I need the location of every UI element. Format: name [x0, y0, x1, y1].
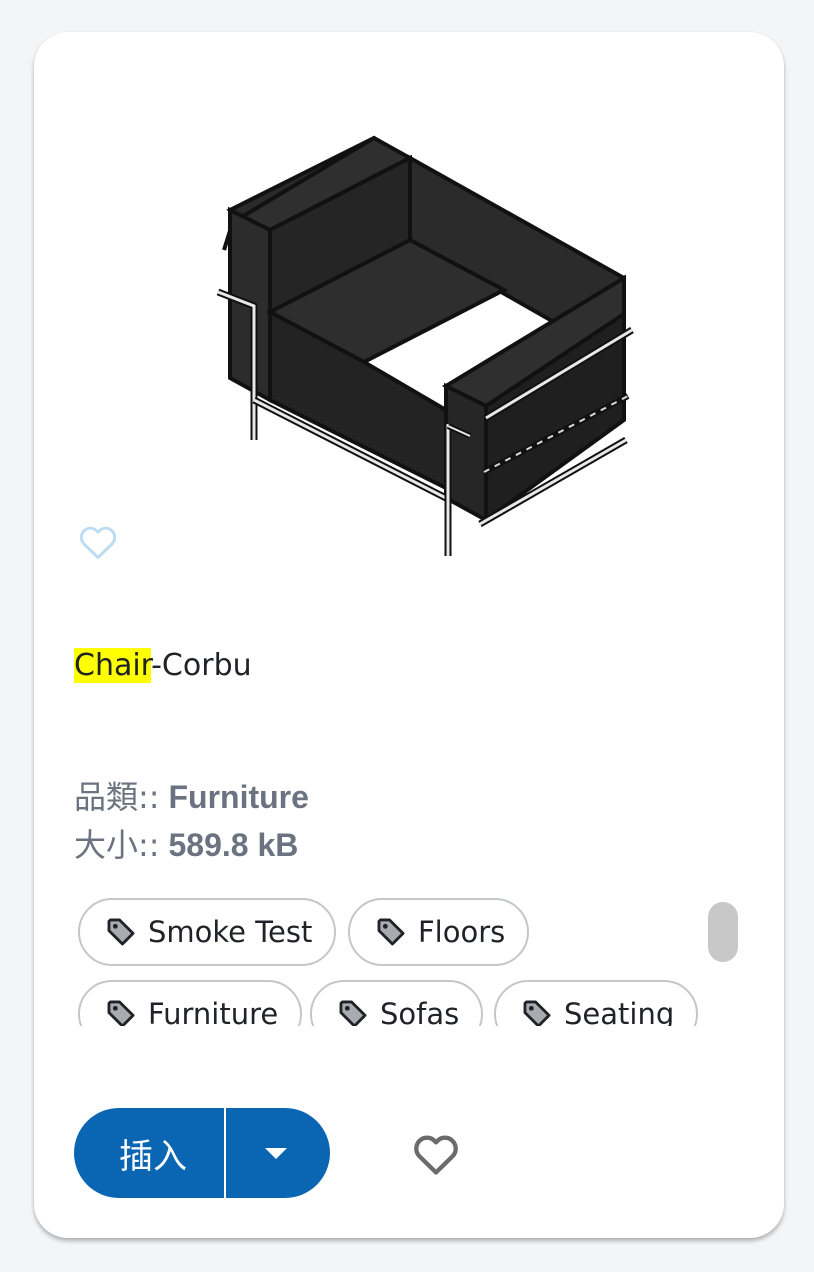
tag-icon: [377, 918, 405, 946]
tag-chip-floors[interactable]: Floors: [348, 898, 530, 966]
tag-chip-sofas[interactable]: Sofas: [310, 980, 484, 1026]
favorite-button[interactable]: [410, 1128, 462, 1180]
caret-down-icon: [265, 1148, 287, 1159]
asset-title-rest: -Corbu: [151, 648, 252, 683]
size-label: 大小::: [74, 826, 160, 864]
tag-label: Sofas: [380, 997, 460, 1026]
insert-options-button[interactable]: [224, 1108, 330, 1198]
tag-chip-seating[interactable]: Seating: [494, 980, 699, 1026]
thumbnail-favorite-icon[interactable]: [76, 520, 120, 564]
size-row: 大小:: 589.8 kB: [74, 824, 298, 866]
insert-button[interactable]: 插入: [74, 1108, 224, 1198]
tag-icon: [339, 1000, 367, 1026]
asset-thumbnail[interactable]: [174, 100, 644, 560]
size-value: 589.8 kB: [168, 827, 299, 863]
search-highlight: Chair: [74, 648, 152, 683]
tag-label: Smoke Test: [148, 915, 313, 949]
tag-chip-smoke-test[interactable]: Smoke Test: [78, 898, 337, 966]
tag-label: Floors: [418, 915, 506, 949]
tag-icon: [523, 1000, 551, 1026]
insert-split-button: 插入: [74, 1108, 330, 1198]
tags-scrollbar-thumb[interactable]: [708, 902, 738, 962]
tag-icon: [107, 918, 135, 946]
tag-list[interactable]: Smoke Test Floors Furniture Sofas Seatin…: [78, 898, 714, 1026]
asset-title: Chair-Corbu: [74, 646, 252, 686]
tag-chip-furniture[interactable]: Furniture: [78, 980, 303, 1026]
asset-card: Chair-Corbu 品類:: Furniture 大小:: 589.8 kB…: [34, 32, 784, 1238]
tag-icon: [107, 1000, 135, 1026]
tag-label: Seating: [564, 997, 675, 1026]
category-row: 品類:: Furniture: [74, 776, 309, 818]
category-label: 品類::: [74, 778, 160, 816]
category-value: Furniture: [168, 779, 309, 815]
tag-label: Furniture: [148, 997, 279, 1026]
